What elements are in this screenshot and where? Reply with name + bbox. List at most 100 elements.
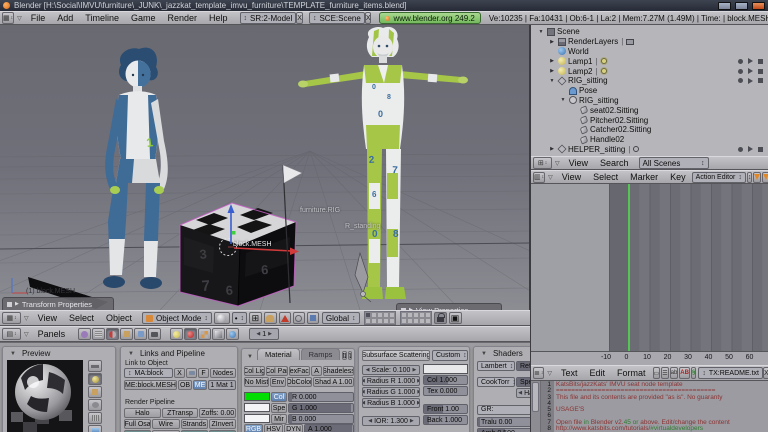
outliner-item-Lamp2[interactable]: ▶ Lamp2 | [531,66,768,76]
layer-buttons-group-2[interactable] [399,311,432,325]
slider-b[interactable]: B 0.000 [288,414,354,424]
expand-arrow-icon[interactable]: ▶ [548,58,556,64]
collapse-triangle-icon[interactable]: ▽ [24,315,29,322]
line-numbers-button[interactable]: ☰ [661,367,669,379]
block-mesh-cube[interactable]: 37 69 [179,202,297,307]
restrict-toggles[interactable] [738,68,763,75]
collapse-triangle-icon[interactable]: ▽ [547,370,552,377]
shading-context-button[interactable] [106,328,120,340]
fullscreen-button[interactable]: ▭ [652,367,661,379]
menu-game[interactable]: Game [131,13,156,23]
lock-button[interactable] [433,312,447,324]
menu-add[interactable]: Add [57,13,73,23]
unlink-material-button[interactable]: X [174,368,185,378]
copy-material-button[interactable]: ⇅ [342,351,347,360]
outliner-item-RIG_sitting[interactable]: ▼ RIG_sitting [531,96,768,106]
outliner-item-World[interactable]: World [531,47,768,57]
word-wrap-button[interactable]: ab [669,367,679,379]
editor-mode-dropdown[interactable]: Action Editor ↕ [691,171,746,183]
text-scrollbar[interactable] [531,381,541,432]
sss-toggle-button[interactable]: Subsurface Scattering [362,350,430,361]
button-mir[interactable]: Mir [271,414,287,424]
viewport-type-button[interactable]: ▦ ↕ [2,312,21,324]
color-swatch-mir[interactable] [244,414,270,423]
outliner-item-Scene[interactable]: ▼ Scene [531,27,768,37]
action-editor-type-button[interactable]: ▥ ↕ [533,171,546,183]
scene-selector[interactable]: ↕ SCE:Scene [308,12,365,24]
object-context-button[interactable] [120,328,134,340]
menu-view[interactable]: View [38,313,57,323]
layer-buttons-group-1[interactable] [363,311,396,325]
toggle-shadeless[interactable]: Shadeless [322,366,354,376]
layer-cell[interactable] [388,318,395,324]
text-content[interactable]: 1 KatsBits/jazzKats' IMVU seat node templ… [541,381,768,432]
nodes-button[interactable]: Nodes [210,368,236,378]
radiosity-subcontext-button[interactable] [212,328,226,340]
rotate-manipulator-button[interactable] [292,312,305,324]
frame-number-field[interactable]: ◀ 1 ▶ [249,328,280,340]
manipulator-toggle-button[interactable]: ⊞ [248,312,262,324]
preview-cube-button[interactable] [88,386,102,398]
hand-tool-button[interactable] [263,312,277,324]
script-context-button[interactable] [92,328,106,340]
menu-search[interactable]: Search [600,158,629,168]
syntax-highlight-button[interactable]: AB [679,367,690,379]
expand-arrow-icon[interactable]: ▶ [548,146,556,152]
menu-timeline[interactable]: Timeline [85,13,119,23]
menu-marker[interactable]: Marker [630,172,658,182]
button-dyn[interactable]: DYN [284,424,303,432]
text-editor-body[interactable]: 1 KatsBits/jazzKats' IMVU seat node templ… [531,381,768,432]
keyframe-grid[interactable] [609,184,768,351]
ref-slider[interactable]: Ref 0.80 [516,361,530,371]
toggle-halo[interactable]: Halo [124,408,161,418]
sss-field-radius-b-1-000[interactable]: ◀Radius B 1.000▶ [362,398,420,408]
toggle-vcol-paint[interactable]: VCol Paint [266,366,288,376]
frame-ruler[interactable]: -10 0 10 20 30 40 50 60 [531,351,768,365]
expand-arrow-icon[interactable]: ▼ [537,29,545,35]
collapse-triangle-icon[interactable]: ▽ [548,174,553,181]
preview-sphere-button[interactable] [88,373,102,385]
tab-ramps[interactable]: Ramps [300,348,341,360]
me-button[interactable]: ME [193,380,207,390]
auto-name-button[interactable] [186,368,197,378]
text-file-dropdown[interactable]: ↕ TX:README.txt [698,367,763,379]
outliner-scope-dropdown[interactable]: All Scenes ↕ [638,157,709,169]
toggle-zoffs-0-00[interactable]: Zoffs: 0.00 [199,408,237,418]
sss-field-scale[interactable]: ◀ Scale: 0.100 ▶ [362,365,420,375]
translate-manipulator-button[interactable] [278,312,291,324]
world-subcontext-button[interactable] [226,328,240,340]
window-type-button[interactable]: ▦ ↕ [2,12,15,24]
material-subcontext-button[interactable] [184,328,198,340]
specular-shader-dropdown[interactable]: CookTorr ↕ [477,377,516,387]
menu-edit[interactable]: Edit [590,368,606,378]
toggle-no-mist[interactable]: No Mist [244,377,270,387]
pivot-dropdown[interactable]: • ↕ [231,312,247,324]
preview-monkey-button[interactable] [88,399,102,411]
outliner-item-Handle02[interactable]: Handle02 [531,135,768,145]
expand-arrow-icon[interactable]: ▼ [559,97,567,103]
tab-material[interactable]: Material [256,348,300,360]
slider-r[interactable]: R 0.000 [288,392,354,402]
view-properties-panel[interactable]: ▶ View Properties [396,303,502,310]
layer-cell[interactable] [424,318,431,324]
lamp-subcontext-button[interactable] [170,328,184,340]
expand-arrow-icon[interactable]: ▶ [15,301,19,307]
outliner-item-HELPER_sitting[interactable]: ▶ HELPER_sitting | [531,144,768,155]
color-swatch-spe[interactable] [244,403,270,412]
menu-render[interactable]: Render [167,13,197,23]
material-index-field[interactable]: ◀1 Mat 1▶ [208,380,236,390]
menu-select[interactable]: Select [69,313,94,323]
outliner-item-RenderLayers[interactable]: ▶ RenderLayers | [531,37,768,47]
menu-help[interactable]: Help [209,13,228,23]
hard-field[interactable]: ◀Hard:140▶ [516,388,530,398]
blender-version-badge[interactable]: www.blender.org 249.2 [379,12,481,24]
panel-collapse-icon[interactable]: ▼ [128,351,134,357]
paste-pose-button[interactable] [762,171,768,183]
shader-slider-amb[interactable]: Amb 0.500 [477,428,530,432]
menu-panels[interactable]: Panels [38,329,66,339]
sss-slider-back[interactable]: Back 1.000 [423,415,468,425]
button-hsv[interactable]: HSV [264,424,283,432]
sss-field-radius-r-1-000[interactable]: ◀Radius R 1.000▶ [362,376,420,386]
spec-slider[interactable]: Spec 0.38 [516,377,530,387]
scene-context-button[interactable] [148,328,162,340]
